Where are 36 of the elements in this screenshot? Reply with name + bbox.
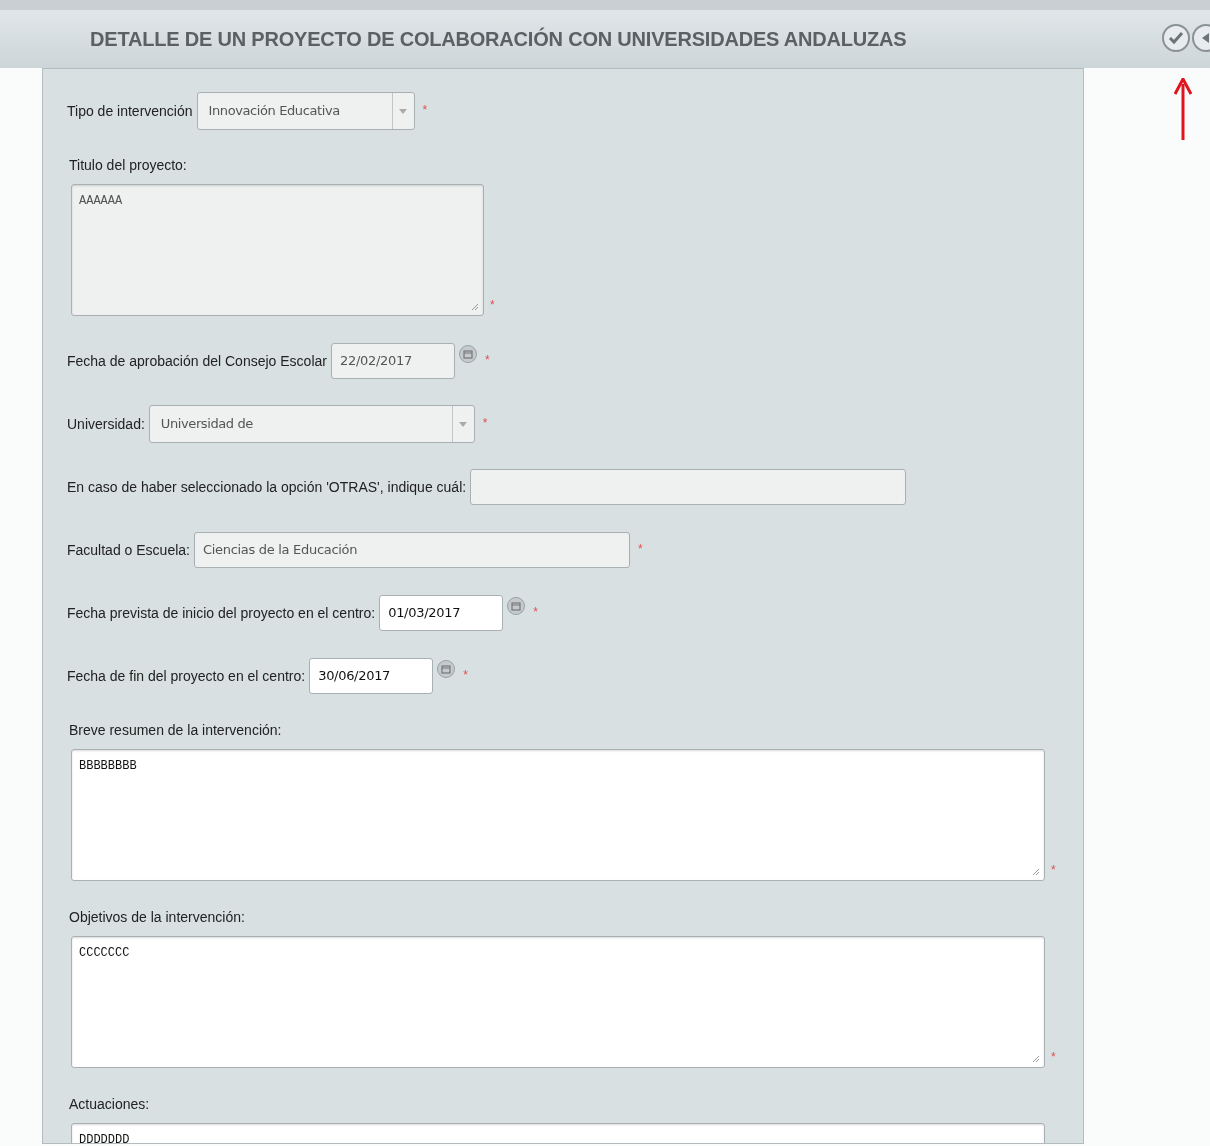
field-label: Fecha de aprobación del Consejo Escolar <box>67 351 327 371</box>
required-mark: * <box>484 352 490 369</box>
field-label: Universidad: <box>67 414 145 434</box>
pointer-arrow <box>1174 78 1192 140</box>
date-field[interactable]: 01/03/2017 <box>379 595 504 631</box>
required-mark: * <box>533 604 538 621</box>
field-label: Fecha de fin del proyecto en el centro: <box>67 666 306 686</box>
required-mark: * <box>422 102 428 119</box>
field-label: Objetivos de la intervención: <box>69 908 246 927</box>
date-field[interactable]: 30/06/2017 <box>309 658 434 694</box>
required-mark: * <box>490 297 495 314</box>
page-title: DETALLE DE UN PROYECTO DE COLABORACIÓN CON UNIVERSIDADES ANDALUZAS <box>90 26 907 52</box>
field-label: En caso de haber seleccionado la opción 'OTRAS', indique cuál: <box>67 477 467 497</box>
text-area[interactable]: BBBBBBBB <box>71 749 1045 881</box>
field-label: Titulo del proyecto: <box>69 156 188 175</box>
field-label: Actuaciones: <box>69 1095 151 1114</box>
field-label: Tipo de intervención <box>67 101 193 121</box>
calendar-icon[interactable] <box>437 660 456 678</box>
required-mark: * <box>463 667 468 684</box>
caret-icon <box>459 421 468 427</box>
accept-button[interactable] <box>1162 24 1190 52</box>
required-mark: * <box>1051 862 1056 879</box>
required-mark: * <box>637 541 643 558</box>
field-label: Breve resumen de la intervención: <box>69 721 283 740</box>
calendar-icon[interactable] <box>507 597 526 615</box>
text-area[interactable]: DDDDDDD <box>71 1123 1045 1143</box>
caret-icon <box>399 108 408 114</box>
check-icon <box>1168 30 1184 46</box>
resize-grip-icon[interactable] <box>1032 868 1040 876</box>
field-label: Fecha prevista de inicio del proyecto en el centro: <box>67 603 376 623</box>
text-area[interactable]: CCCCCCC <box>71 936 1045 1068</box>
required-mark: * <box>482 415 488 432</box>
field-label: Facultad o Escuela: <box>67 540 190 560</box>
calendar-icon[interactable] <box>458 345 477 363</box>
required-mark: * <box>1051 1049 1056 1066</box>
resize-grip-icon[interactable] <box>1032 1055 1040 1063</box>
